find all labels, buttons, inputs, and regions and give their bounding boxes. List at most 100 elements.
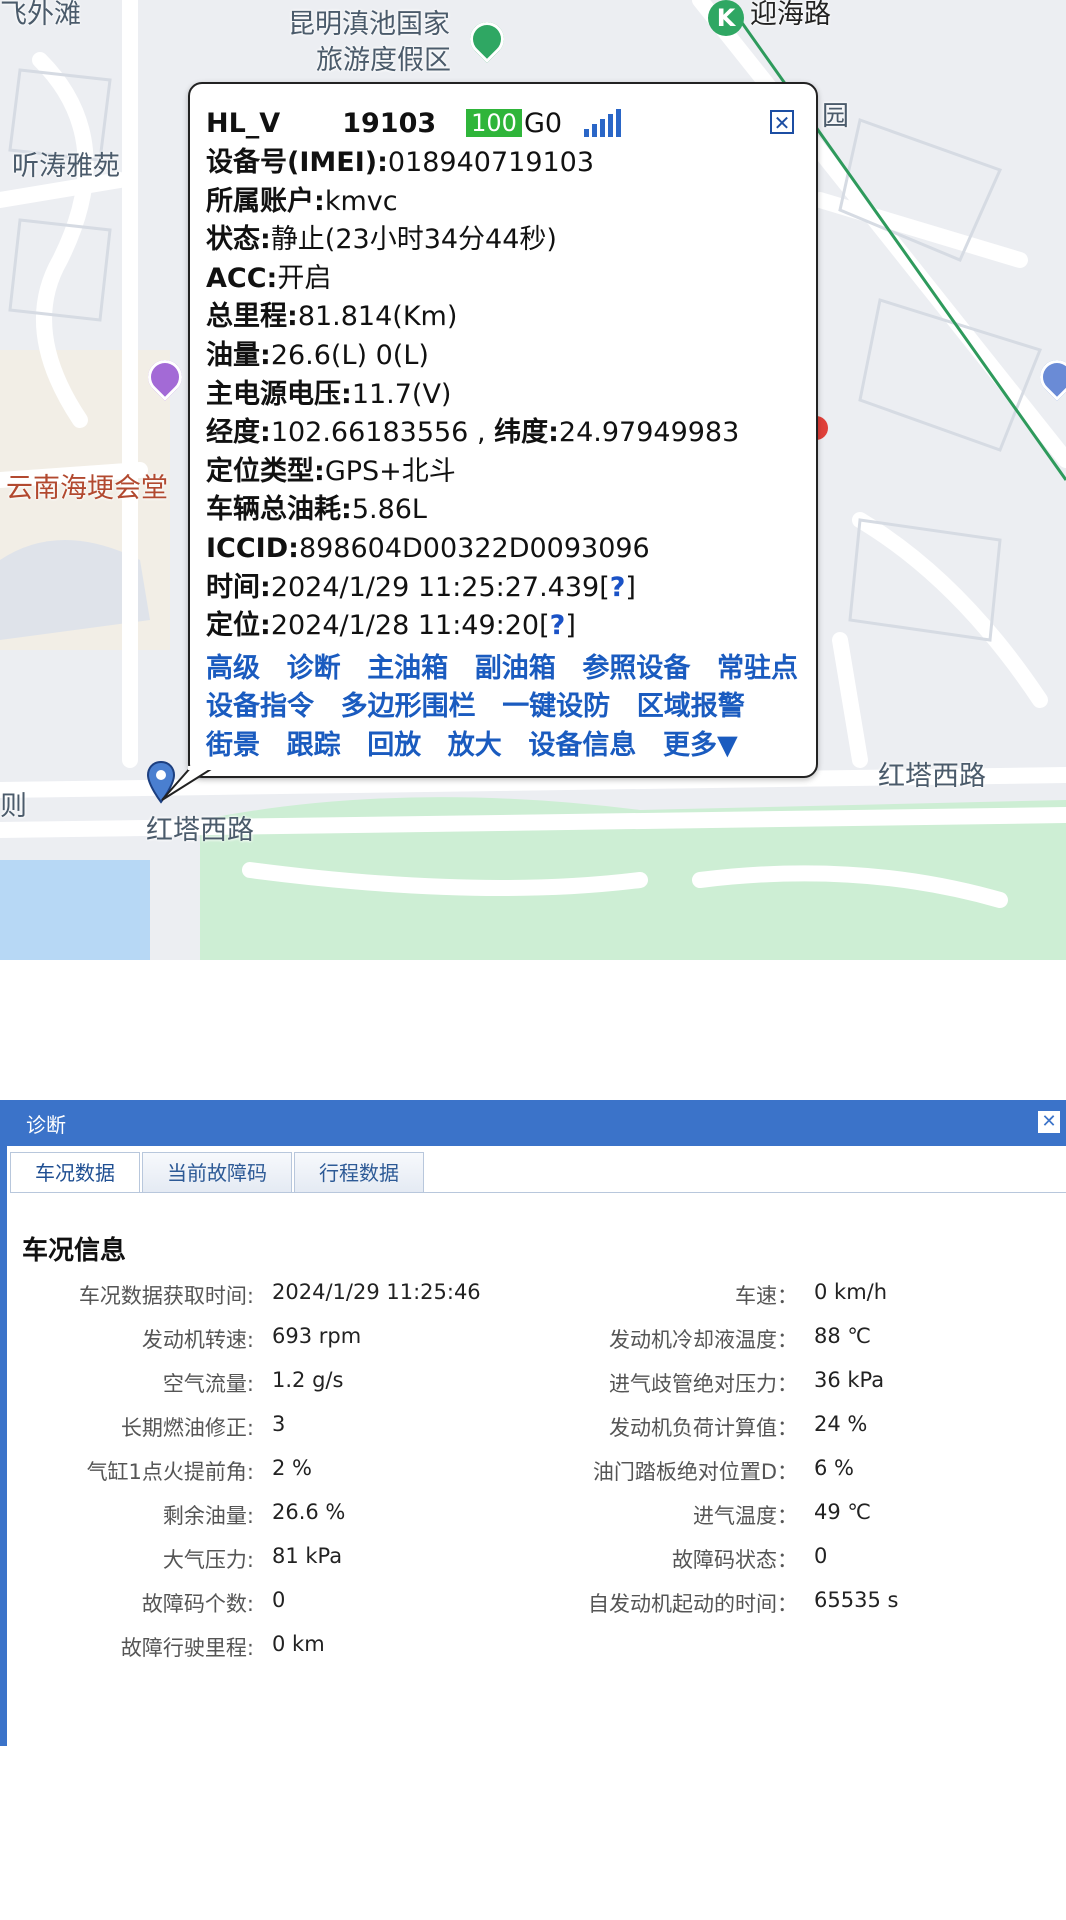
tab-divider bbox=[10, 1192, 1066, 1193]
link-playback[interactable]: 回放 bbox=[367, 730, 421, 761]
data-row: 气缸1点火提前角: 2 % 油门踏板绝对位置D： 6 % bbox=[0, 1446, 1066, 1490]
link-more[interactable]: 更多▼ bbox=[663, 730, 738, 761]
field-value: 2024/1/29 11:25:46 bbox=[272, 1280, 481, 1304]
field-label: 故障行驶里程: bbox=[120, 1636, 254, 1660]
field-label: 故障码状态： bbox=[672, 1548, 798, 1572]
field-value: 36 kPa bbox=[814, 1368, 885, 1392]
action-row-1: 高级 诊断 主油箱 副油箱 参照设备 常驻点 bbox=[206, 650, 800, 689]
data-row: 车况数据获取时间: 2024/1/29 11:25:46 车速： 0 km/h bbox=[0, 1270, 1066, 1314]
tab-vehicle-data[interactable]: 车况数据 bbox=[10, 1152, 140, 1193]
data-row: 故障行驶里程: 0 km bbox=[0, 1622, 1066, 1666]
section-title-vehicle-info: 车况信息 bbox=[22, 1236, 127, 1266]
position-help-link[interactable]: ? bbox=[550, 610, 566, 641]
time-help-link[interactable]: ? bbox=[610, 572, 626, 603]
field-value: 3 bbox=[272, 1412, 286, 1436]
field-value: 26.6 % bbox=[272, 1500, 346, 1524]
diagnosis-tabs: 车况数据 当前故障码 行程数据 bbox=[10, 1152, 424, 1193]
diagnosis-close-button[interactable]: ✕ bbox=[1038, 1111, 1060, 1133]
field-value: 0 bbox=[272, 1588, 286, 1612]
map-label-waitan: 飞外滩 bbox=[0, 0, 81, 30]
action-links: 高级 诊断 主油箱 副油箱 参照设备 常驻点 设备指令 多边形围栏 一键设防 区… bbox=[206, 650, 800, 766]
link-street-view[interactable]: 街景 bbox=[206, 730, 260, 761]
info-voltage: 主电源电压:11.7(V) bbox=[206, 378, 452, 410]
map-view[interactable]: 飞外滩 昆明滇池国家 旅游度假区 K 迎海路 园 听涛雅苑 云南海埂会堂 则 红… bbox=[0, 0, 1066, 960]
action-row-2: 设备指令 多边形围栏 一键设防 区域报警 bbox=[206, 688, 800, 727]
field-value: 1.2 g/s bbox=[272, 1368, 344, 1392]
field-label: 进气温度： bbox=[693, 1504, 798, 1528]
field-label: 发动机冷却液温度： bbox=[609, 1328, 798, 1352]
link-area-alarm[interactable]: 区域报警 bbox=[637, 691, 745, 722]
device-name-suffix: 19103 bbox=[342, 107, 437, 139]
tab-current-fault-codes[interactable]: 当前故障码 bbox=[142, 1152, 292, 1193]
metro-icon[interactable]: K bbox=[708, 0, 744, 36]
field-label: 故障码个数: bbox=[141, 1592, 254, 1616]
data-row: 大气压力: 81 kPa 故障码状态： 0 bbox=[0, 1534, 1066, 1578]
data-row: 故障码个数: 0 自发动机起动的时间： 65535 s bbox=[0, 1578, 1066, 1622]
info-time: 时间:2024/1/29 11:25:27.439[?] bbox=[206, 571, 636, 603]
info-mileage: 总里程:81.814(Km) bbox=[206, 301, 458, 333]
popup-header: HL_V 19103 100 G0 bbox=[206, 106, 622, 140]
info-positioning-type: 定位类型:GPS+北斗 bbox=[206, 455, 456, 487]
info-status: 状态:静止(23小时34分44秒) bbox=[206, 224, 557, 256]
data-row: 长期燃油修正: 3 发动机负荷计算值： 24 % bbox=[0, 1402, 1066, 1446]
field-value: 2 % bbox=[272, 1456, 312, 1480]
link-aux-tank[interactable]: 副油箱 bbox=[475, 653, 556, 684]
vehicle-data-table: 车况数据获取时间: 2024/1/29 11:25:46 车速： 0 km/h … bbox=[0, 1270, 1066, 1666]
map-label-hongta-road-left: 红塔西路 bbox=[146, 815, 254, 846]
info-position-time: 定位:2024/1/28 11:49:20[?] bbox=[206, 610, 576, 642]
diagnosis-titlebar: 诊断 ✕ bbox=[0, 1100, 1066, 1146]
link-diagnosis[interactable]: 诊断 bbox=[287, 653, 341, 684]
field-value: 0 km/h bbox=[814, 1280, 888, 1304]
map-label-hall: 云南海埂会堂 bbox=[6, 473, 168, 504]
field-label: 进气歧管绝对压力： bbox=[609, 1372, 798, 1396]
info-iccid: ICCID:898604D00322D0093096 bbox=[206, 532, 650, 564]
device-info-popup: HL_V 19103 100 G0 ✕ 设备号(IMEI):0189407191… bbox=[161, 82, 818, 801]
field-value: 24 % bbox=[814, 1412, 868, 1436]
link-reference-device[interactable]: 参照设备 bbox=[582, 653, 690, 684]
field-label: 空气流量: bbox=[162, 1372, 254, 1396]
field-value: 88 ℃ bbox=[814, 1324, 871, 1348]
info-acc: ACC:开启 bbox=[206, 262, 332, 294]
info-account: 所属账户:kmvc bbox=[206, 185, 398, 217]
map-label-resort-1: 昆明滇池国家 bbox=[288, 9, 450, 40]
field-label: 发动机负荷计算值： bbox=[609, 1416, 798, 1440]
link-zoom-in[interactable]: 放大 bbox=[448, 730, 502, 761]
field-label: 车况数据获取时间: bbox=[78, 1284, 254, 1308]
link-track[interactable]: 跟踪 bbox=[287, 730, 341, 761]
link-advanced[interactable]: 高级 bbox=[206, 653, 260, 684]
device-name: HL_V bbox=[206, 107, 281, 139]
diagnosis-title: 诊断 bbox=[26, 1112, 66, 1137]
link-polygon-fence[interactable]: 多边形围栏 bbox=[341, 691, 476, 722]
field-label: 剩余油量: bbox=[162, 1504, 254, 1528]
map-label-resort-2: 旅游度假区 bbox=[316, 45, 451, 76]
field-label: 长期燃油修正: bbox=[120, 1416, 254, 1440]
info-coordinates: 经度:102.66183556 , 纬度:24.97949983 bbox=[206, 417, 740, 449]
info-imei: 设备号(IMEI):018940719103 bbox=[206, 147, 595, 178]
map-label-garden: 园 bbox=[822, 101, 849, 132]
battery-level-badge: 100 bbox=[466, 109, 522, 137]
popup-close-button[interactable]: ✕ bbox=[770, 110, 794, 134]
map-label-hongta-road-right: 红塔西路 bbox=[878, 761, 986, 792]
field-label: 油门踏板绝对位置D： bbox=[592, 1460, 798, 1484]
info-fuel: 油量:26.6(L) 0(L) bbox=[206, 339, 429, 371]
field-value: 0 bbox=[814, 1544, 828, 1568]
link-one-key-arm[interactable]: 一键设防 bbox=[502, 691, 610, 722]
field-value: 49 ℃ bbox=[814, 1500, 871, 1524]
field-value: 65535 s bbox=[814, 1588, 899, 1612]
tab-trip-data[interactable]: 行程数据 bbox=[294, 1152, 424, 1193]
field-label: 车速： bbox=[735, 1284, 798, 1308]
link-device-command[interactable]: 设备指令 bbox=[206, 691, 314, 722]
gsm-status: G0 bbox=[523, 107, 563, 139]
map-label-yinghai-road: 迎海路 bbox=[750, 0, 831, 30]
link-resident-point[interactable]: 常驻点 bbox=[717, 653, 798, 684]
link-device-info[interactable]: 设备信息 bbox=[528, 730, 636, 761]
device-info-list: 设备号(IMEI):018940719103 所属账户:kmvc 状态:静止(2… bbox=[206, 144, 800, 765]
field-label: 自发动机起动的时间： bbox=[588, 1592, 798, 1616]
field-label: 发动机转速: bbox=[141, 1328, 254, 1352]
action-row-3: 街景 跟踪 回放 放大 设备信息 更多▼ bbox=[206, 727, 800, 766]
field-value: 693 rpm bbox=[272, 1324, 362, 1348]
link-main-tank[interactable]: 主油箱 bbox=[367, 653, 448, 684]
field-value: 81 kPa bbox=[272, 1544, 343, 1568]
data-row: 发动机转速: 693 rpm 发动机冷却液温度： 88 ℃ bbox=[0, 1314, 1066, 1358]
popup-pointer bbox=[161, 766, 218, 801]
